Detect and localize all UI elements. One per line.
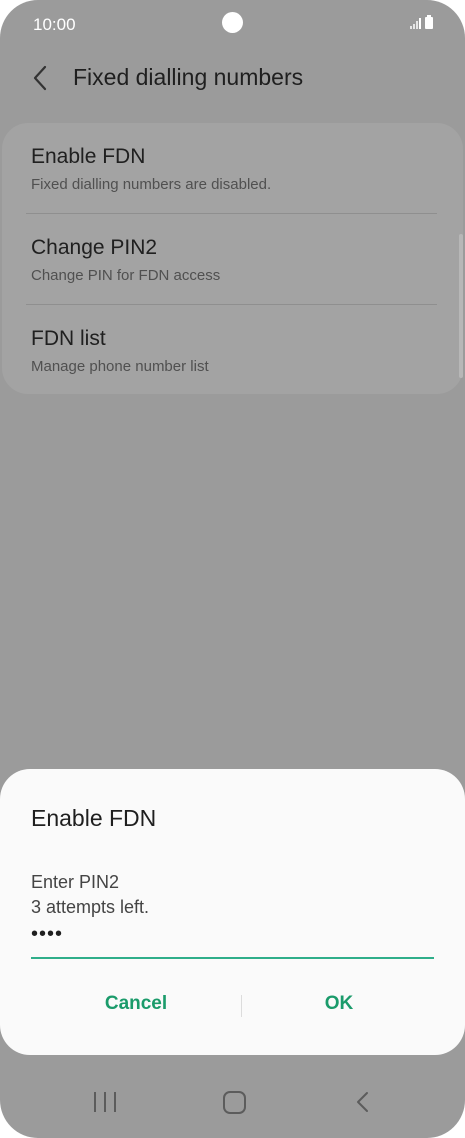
enable-fdn-dialog: Enable FDN Enter PIN2 3 attempts left. •… [0,769,465,1055]
status-time: 10:00 [33,15,76,34]
menu-item-title: Enable FDN [31,145,146,168]
back-button[interactable] [30,64,54,92]
signal-icon [410,18,421,29]
dialog-message: Enter PIN2 3 attempts left. [31,870,149,920]
page-title: Fixed dialling numbers [73,64,304,90]
home-icon[interactable] [223,1091,246,1114]
status-bar: 10:00 [0,0,465,50]
dialog-message-line2: 3 attempts left. [31,897,150,917]
recent-apps-icon[interactable] [94,1092,116,1112]
phone-screen: 10:00 Fixed dialling numbers Enable FDN … [0,0,465,1138]
menu-item-fdn-list[interactable]: FDN list Manage phone number list [31,305,437,395]
dialog-message-line1: Enter PIN2 [31,872,120,892]
input-underline [31,957,434,959]
menu-item-title: FDN list [31,327,106,350]
ok-button[interactable]: OK [243,993,435,1021]
back-icon[interactable] [355,1090,371,1114]
menu-item-subtitle: Fixed dialling numbers are disabled. [31,176,272,193]
menu-item-title: Change PIN2 [31,236,158,259]
chevron-left-icon [33,65,47,91]
menu-item-change-pin2[interactable]: Change PIN2 Change PIN for FDN access [31,214,437,304]
pin2-input[interactable]: •••• [31,923,63,946]
dialog-title: Enable FDN [31,805,157,831]
menu-item-subtitle: Manage phone number list [31,358,209,375]
system-icons [410,15,433,29]
app-header: Fixed dialling numbers [0,50,465,106]
scrollbar[interactable] [459,234,463,378]
battery-icon [425,15,433,29]
cancel-button[interactable]: Cancel [40,993,232,1021]
settings-card: Enable FDN Fixed dialling numbers are di… [2,123,463,394]
menu-item-enable-fdn[interactable]: Enable FDN Fixed dialling numbers are di… [31,123,437,213]
button-divider [241,995,242,1017]
front-camera [222,12,243,33]
navigation-bar [0,1068,465,1138]
menu-item-subtitle: Change PIN for FDN access [31,267,221,284]
